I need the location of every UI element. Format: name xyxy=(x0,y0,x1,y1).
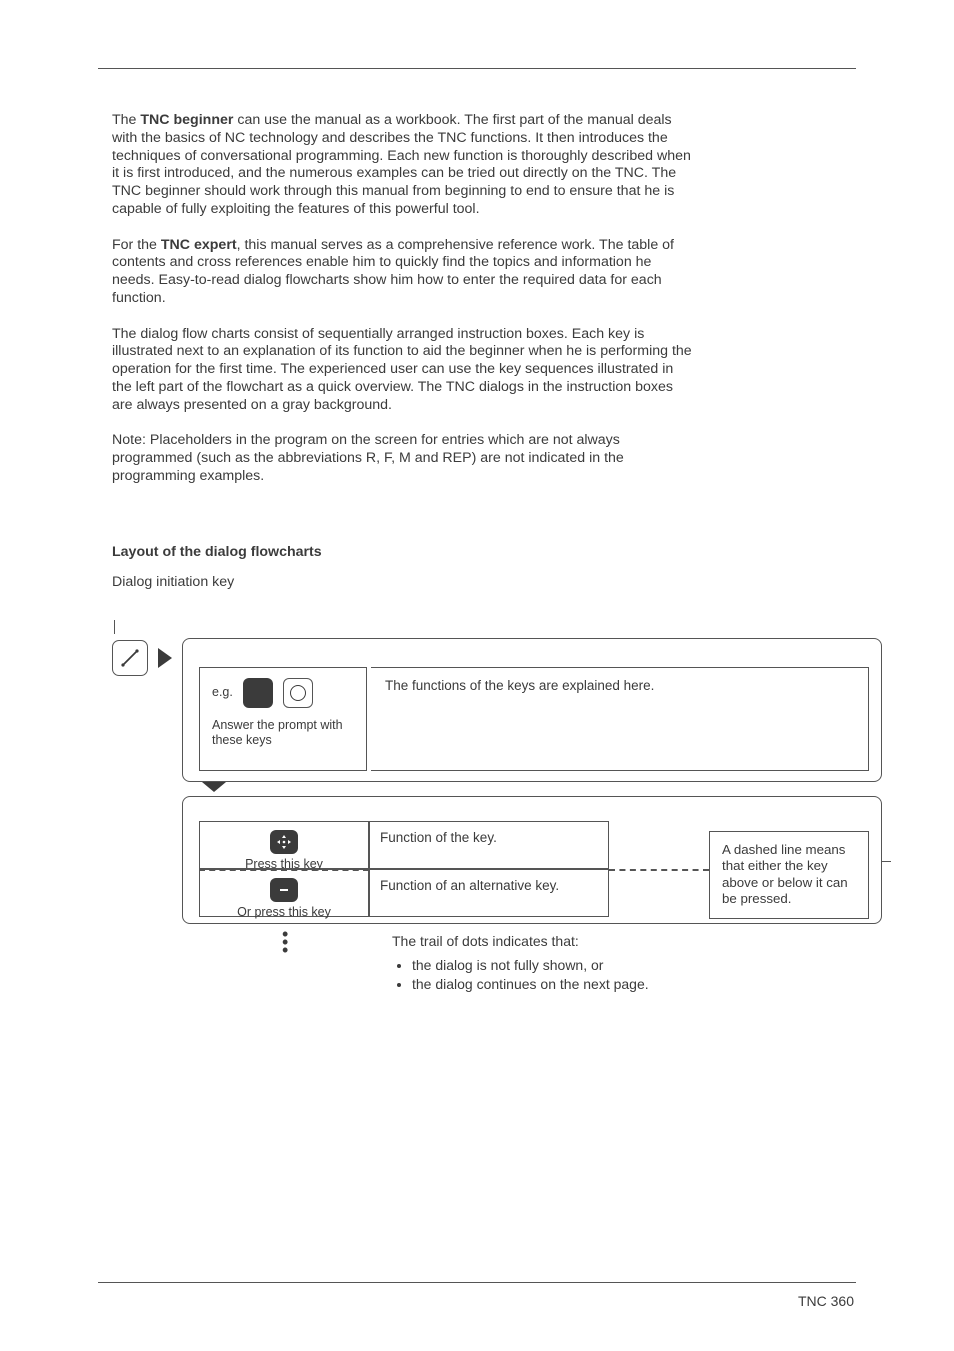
box2-fnalt-cell: Function of an alternative key. xyxy=(369,869,609,917)
dialog-box-2: Press this key Function of the key. Or p… xyxy=(182,796,882,924)
solid-square-key-icon xyxy=(243,678,273,708)
footer-label: TNC 360 xyxy=(798,1293,854,1309)
p2-bold: TNC expert xyxy=(161,237,237,253)
dashed-line-right xyxy=(609,869,709,871)
box2-orpress-cell: Or press this key xyxy=(199,869,369,917)
trail-heading: The trail of dots indicates that: xyxy=(392,932,649,951)
dialog-box-1: e.g. Answer the prompt with these keys T… xyxy=(182,638,882,782)
note-right-tick xyxy=(881,861,891,862)
paragraph-note: Note: Placeholders in the program on the… xyxy=(112,432,692,485)
trail-bullet-1: the dialog is not fully shown, or xyxy=(412,956,649,975)
fnalt-label: Function of an alternative key. xyxy=(380,878,559,893)
p2-pre: For the xyxy=(112,237,161,253)
box2-fn-cell: Function of the key. xyxy=(369,821,609,869)
trail-dots-icon: ••• xyxy=(282,930,288,954)
paragraph-flowcharts: The dialog flow charts consist of sequen… xyxy=(112,326,692,415)
eg-label: e.g. xyxy=(212,685,233,701)
rule-top xyxy=(98,68,856,69)
arrow-down-icon xyxy=(202,782,226,792)
circle-key-icon xyxy=(283,678,313,708)
page-content: The TNC beginner can use the manual as a… xyxy=(112,112,854,1014)
p1-bold: TNC beginner xyxy=(140,112,233,128)
dashed-note-text: A dashed line means that either the key … xyxy=(722,842,848,907)
box1-right: The functions of the keys are explained … xyxy=(371,667,869,771)
paragraph-beginner: The TNC beginner can use the manual as a… xyxy=(112,112,692,219)
trail-text: The trail of dots indicates that: the di… xyxy=(392,932,649,995)
box2-press-cell: Press this key xyxy=(199,821,369,869)
dialog-init-key xyxy=(112,640,148,676)
orpress-label: Or press this key xyxy=(237,905,331,919)
angled-line-icon xyxy=(119,647,141,669)
answer-prompt-label: Answer the prompt with these keys xyxy=(212,718,354,749)
flowchart: e.g. Answer the prompt with these keys T… xyxy=(112,594,872,1014)
trail-bullet-2: the dialog continues on the next page. xyxy=(412,975,649,994)
minus-key-icon xyxy=(270,878,298,902)
dialog-init-label: Dialog initiation key xyxy=(112,574,854,590)
fn-label: Function of the key. xyxy=(380,830,497,845)
move-key-icon xyxy=(270,830,298,854)
pointer-right-icon xyxy=(158,648,172,668)
paragraph-expert: For the TNC expert, this manual serves a… xyxy=(112,237,692,308)
p1-pre: The xyxy=(112,112,140,128)
dashed-line-left xyxy=(199,869,369,871)
rule-bottom xyxy=(98,1282,856,1283)
dialog-init-tick xyxy=(114,620,115,634)
box1-explain: The functions of the keys are explained … xyxy=(385,678,654,693)
section-heading: Layout of the dialog flowcharts xyxy=(112,544,854,560)
box1-left: e.g. Answer the prompt with these keys xyxy=(199,667,367,771)
dashed-note-box: A dashed line means that either the key … xyxy=(709,831,869,919)
